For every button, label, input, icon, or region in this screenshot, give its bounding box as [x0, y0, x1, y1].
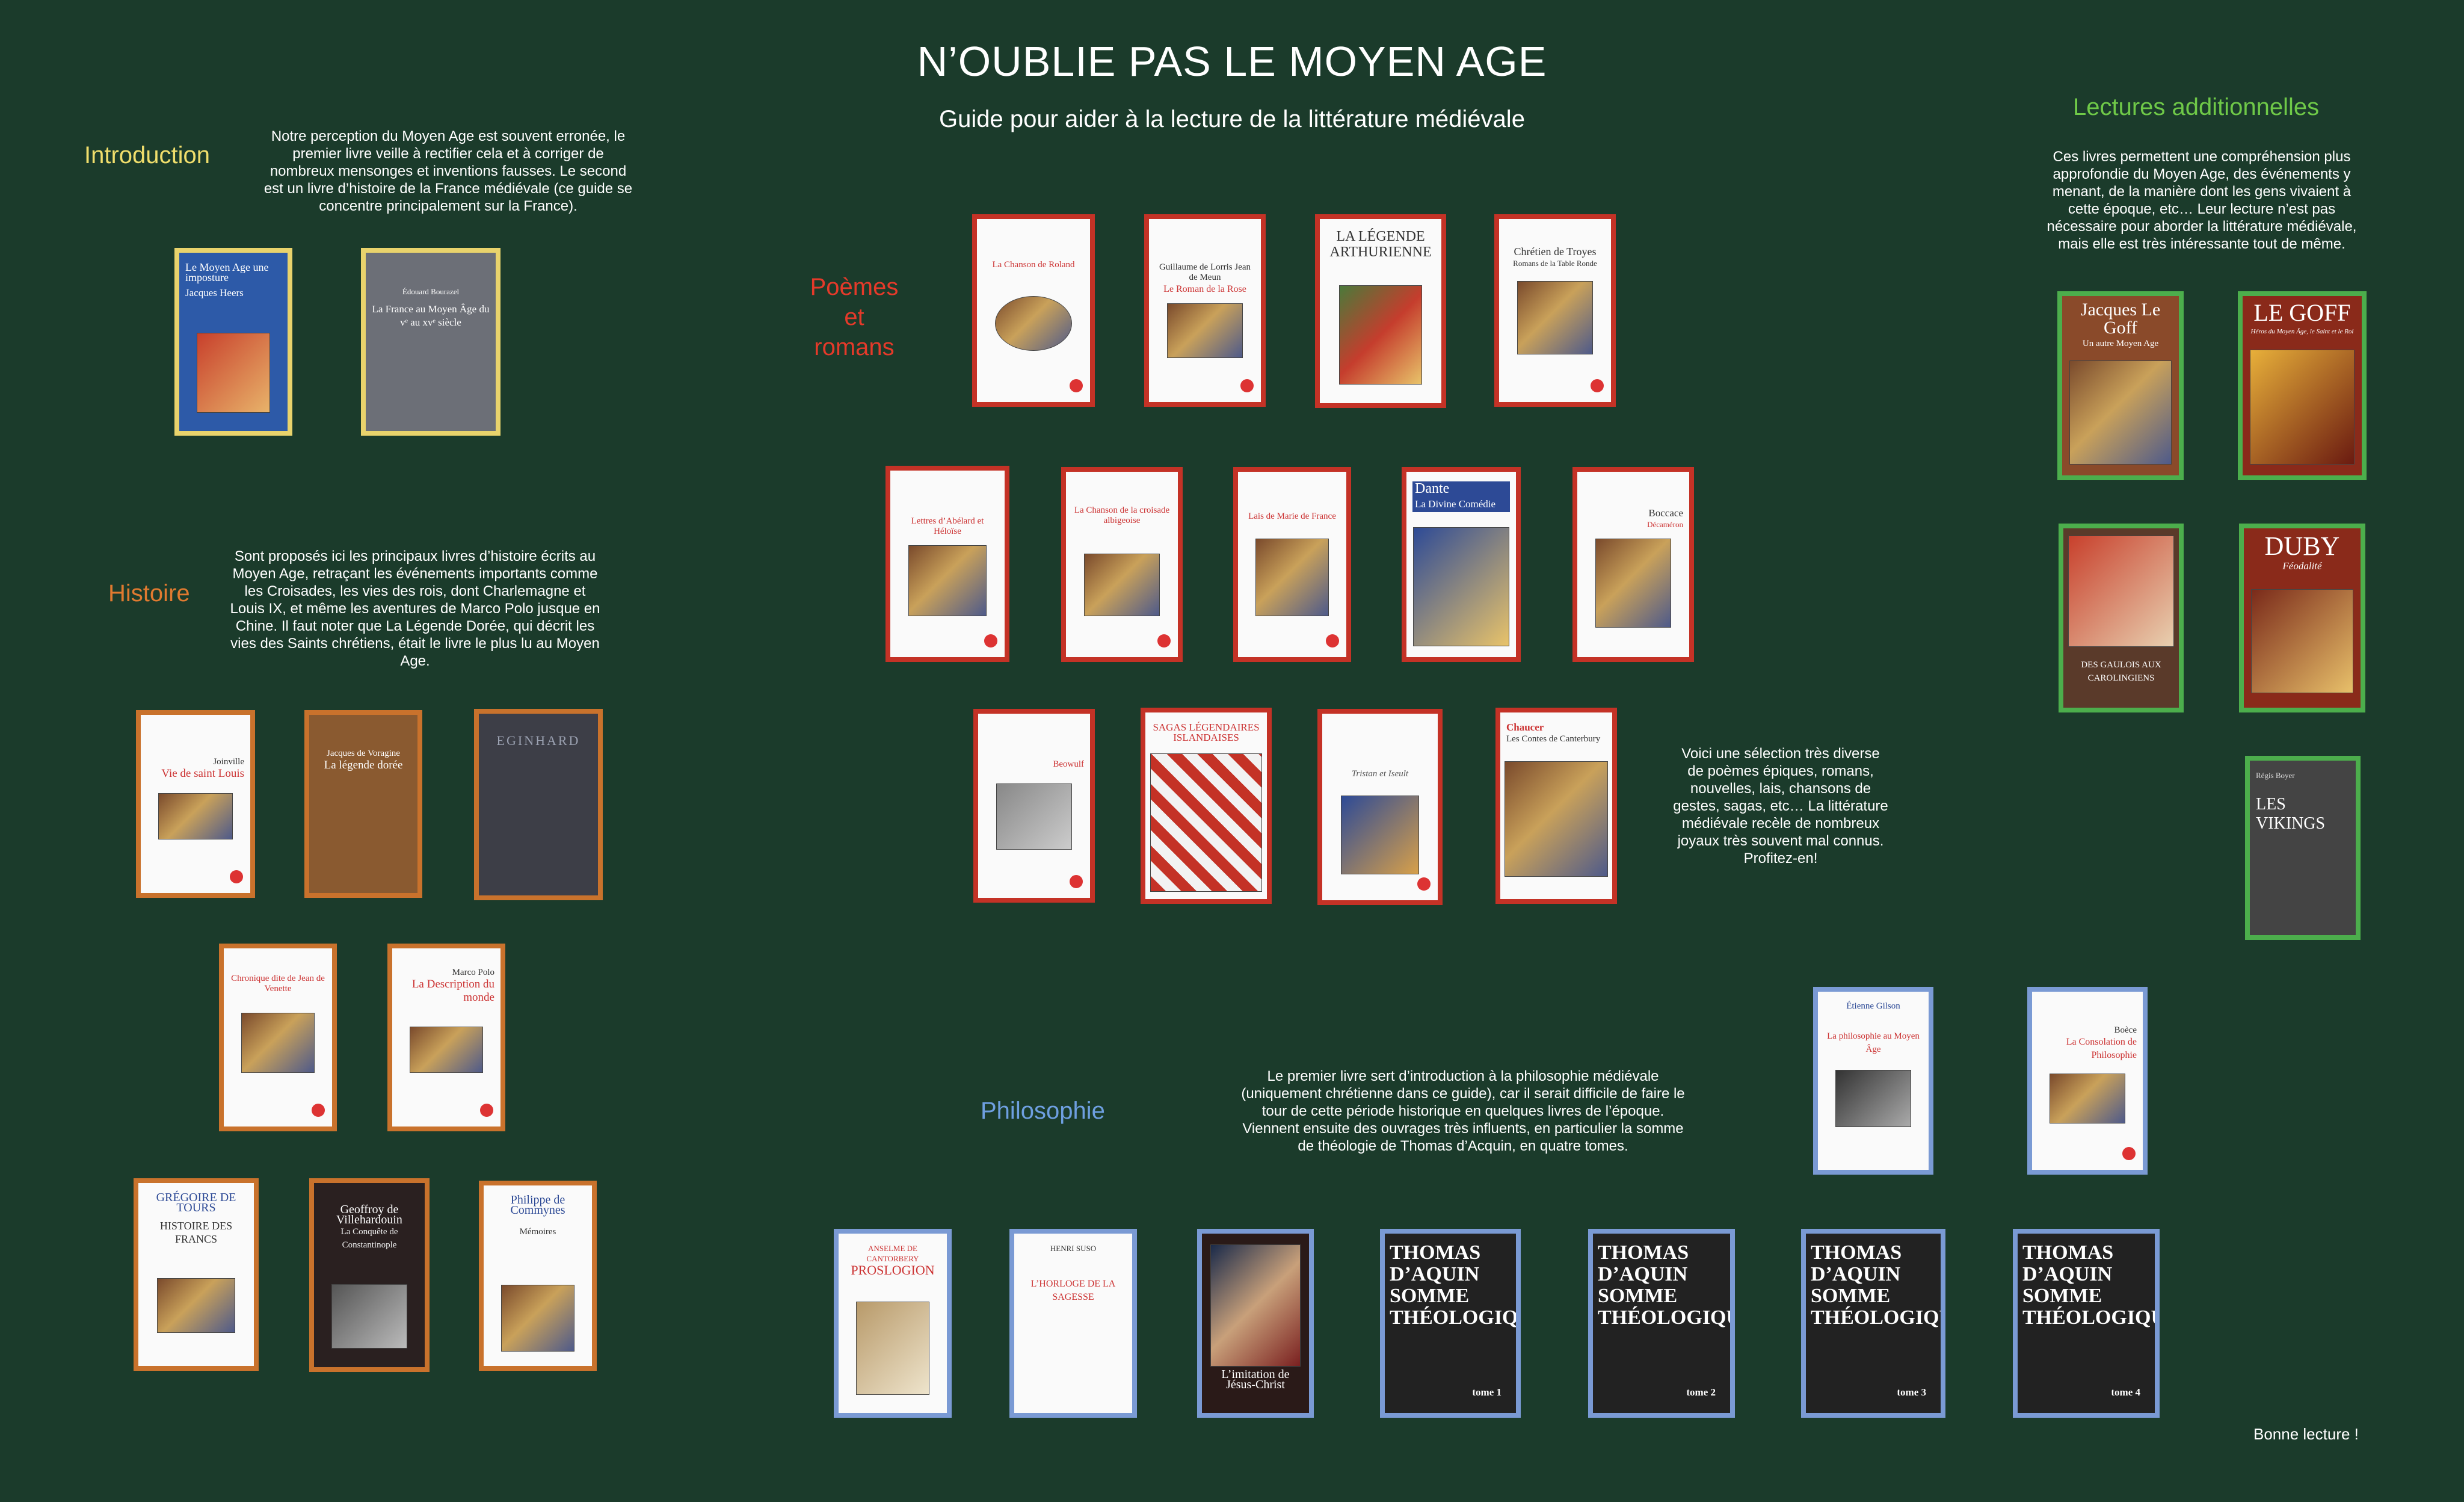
- book-poemes-12[interactable]: Tristan et Iseult: [1317, 709, 1443, 905]
- book-philosophie-4[interactable]: HENRI SUSO L’HORLOGE DE LA SAGESSE: [1009, 1229, 1137, 1418]
- book-philosophie-3[interactable]: ANSELME DE CANTORBERY PROSLOGION: [834, 1229, 952, 1418]
- book-poemes-10[interactable]: Beowulf: [973, 709, 1095, 903]
- book-lectures-3[interactable]: DES GAULOIS AUX CAROLINGIENS: [2059, 524, 2184, 712]
- book-intro-1[interactable]: Le Moyen Age une imposture Jacques Heers: [174, 248, 292, 436]
- book-philosophie-1[interactable]: Étienne Gilson La philosophie au Moyen Âg…: [1813, 987, 1933, 1175]
- book-philosophie-5[interactable]: L’imitation de Jésus-Christ: [1197, 1229, 1314, 1418]
- book-poemes-2[interactable]: Guillaume de Lorris Jean de Meun Le Roman…: [1144, 214, 1266, 407]
- book-poemes-3[interactable]: LA LÉGENDE ARTHURIENNE: [1315, 214, 1446, 408]
- section-poemes-text: Voici une sélection très diverse de poèm…: [1673, 746, 1888, 867]
- book-lectures-5[interactable]: Régis Boyer LES VIKINGS: [2245, 756, 2361, 940]
- book-lectures-1[interactable]: Jacques Le Goff Un autre Moyen Age: [2057, 291, 2184, 480]
- book-intro-2[interactable]: Édouard Bourazel La France au Moyen Âge d…: [361, 248, 500, 436]
- section-histoire-title: Histoire: [108, 580, 190, 607]
- page-title: N’OUBLIE PAS LE MOYEN AGE: [917, 38, 1547, 85]
- book-poemes-4[interactable]: Chrétien de Troyes Romans de la Table Ron…: [1494, 214, 1616, 407]
- footer-text: Bonne lecture !: [2253, 1425, 2359, 1443]
- section-philosophie-text: Le premier livre sert d’introduction à l…: [1241, 1068, 1685, 1154]
- book-poemes-5[interactable]: Lettres d’Abélard et Héloïse: [886, 466, 1009, 662]
- section-introduction-text: Notre perception du Moyen Age est souven…: [263, 128, 633, 214]
- book-thomas-1[interactable]: THOMAS D’AQUIN SOMME THÉOLOGIQUEtome 1: [1380, 1229, 1521, 1418]
- book-poemes-8[interactable]: Dante La Divine Comédie: [1402, 467, 1521, 662]
- book-poemes-13[interactable]: Chaucer Les Contes de Canterbury: [1495, 708, 1617, 904]
- book-thomas-3[interactable]: THOMAS D’AQUIN SOMME THÉOLOGIQUEtome 3: [1801, 1229, 1945, 1418]
- book-lectures-4[interactable]: DUBY Féodalité: [2239, 524, 2365, 712]
- book-histoire-1[interactable]: Joinville Vie de saint Louis: [136, 710, 255, 898]
- book-histoire-7[interactable]: Geoffroy de Villehardouin La Conquête de …: [309, 1178, 430, 1372]
- book-histoire-5[interactable]: Marco Polo La Description du monde: [387, 944, 505, 1131]
- book-histoire-2[interactable]: Jacques de Voragine La légende dorée: [304, 710, 422, 898]
- book-philosophie-2[interactable]: Boèce La Consolation de Philosophie: [2027, 987, 2148, 1175]
- section-lectures-title: Lectures additionnelles: [2073, 94, 2320, 120]
- book-poemes-1[interactable]: La Chanson de Roland: [972, 214, 1095, 407]
- book-poemes-6[interactable]: La Chanson de la croisade albigeoise: [1061, 467, 1183, 662]
- section-poemes-title: Poèmes et romans: [810, 274, 899, 360]
- book-thomas-2[interactable]: THOMAS D’AQUIN SOMME THÉOLOGIQUEtome 2: [1588, 1229, 1735, 1418]
- book-poemes-9[interactable]: Boccace Décaméron: [1572, 467, 1694, 662]
- book-histoire-8[interactable]: Philippe de Commynes Mémoires: [479, 1181, 597, 1371]
- section-lectures-text: Ces livres permettent une compréhension …: [2047, 149, 2357, 252]
- section-introduction-title: Introduction: [84, 142, 211, 168]
- book-lectures-2[interactable]: LE GOFF Héros du Moyen Âge, le Saint et l…: [2238, 291, 2367, 480]
- section-philosophie-title: Philosophie: [981, 1098, 1105, 1124]
- book-poemes-7[interactable]: Lais de Marie de France: [1233, 467, 1351, 662]
- section-histoire-text: Sont proposés ici les principaux livres …: [230, 548, 600, 669]
- book-histoire-3[interactable]: EGINHARD: [474, 709, 603, 900]
- book-thomas-4[interactable]: THOMAS D’AQUIN SOMME THÉOLOGIQUEtome 4: [2013, 1229, 2160, 1418]
- book-histoire-6[interactable]: GRÉGOIRE DE TOURS HISTOIRE DES FRANCS: [134, 1178, 259, 1371]
- book-poemes-11[interactable]: SAGAS LÉGENDAIRES ISLANDAISES: [1141, 708, 1272, 904]
- book-histoire-4[interactable]: Chronique dite de Jean de Venette: [219, 944, 337, 1131]
